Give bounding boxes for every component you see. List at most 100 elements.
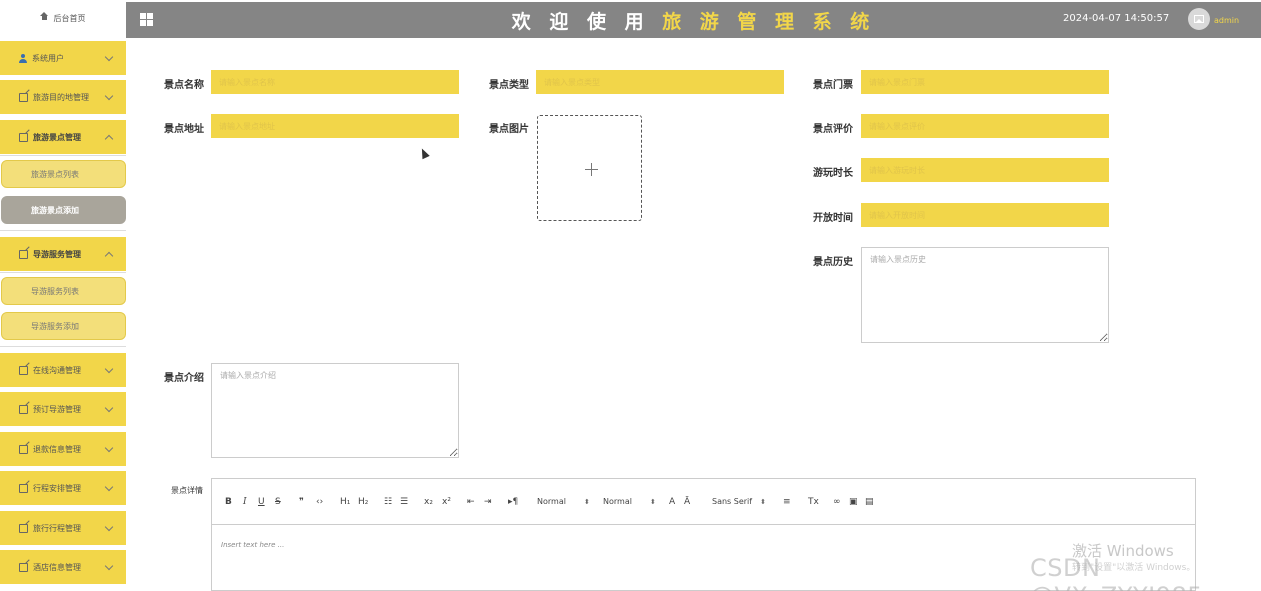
edit-icon <box>19 523 28 533</box>
menu-label: 旅游目的地管理 <box>33 92 89 102</box>
menu-refund[interactable]: 退款信息管理 <box>0 432 126 466</box>
subscript-button[interactable]: x₂ <box>424 496 433 508</box>
image-upload[interactable] <box>537 115 642 221</box>
menu-label: 系统用户 <box>32 53 64 63</box>
chevron-down-icon <box>104 91 114 101</box>
label-image: 景点图片 <box>489 124 529 135</box>
duration-input[interactable] <box>861 158 1109 182</box>
text-direction-button[interactable]: ▸¶ <box>508 496 518 508</box>
divider <box>0 155 126 156</box>
home-link[interactable]: 后台首页 <box>0 0 126 37</box>
username[interactable]: admin <box>1214 16 1239 25</box>
label-opening: 开放时间 <box>813 213 853 224</box>
intro-textarea[interactable] <box>211 363 459 458</box>
image-button[interactable]: ▣ <box>849 496 858 508</box>
label-ticket: 景点门票 <box>813 80 853 91</box>
label-detail: 景点详情 <box>171 486 203 495</box>
menu-hotel[interactable]: 酒店信息管理 <box>0 550 126 584</box>
history-textarea[interactable] <box>861 247 1109 343</box>
type-input[interactable] <box>536 70 784 94</box>
chevron-up-icon <box>104 134 114 144</box>
dropdown-icon: ⬍ <box>649 498 656 506</box>
edit-icon <box>19 444 28 454</box>
bullet-list-button[interactable]: ☰ <box>400 496 408 508</box>
divider <box>0 272 126 273</box>
underline-button[interactable]: U <box>258 496 265 508</box>
chevron-up-icon <box>104 251 114 261</box>
video-button[interactable]: ▤ <box>865 496 874 508</box>
menu-itinerary[interactable]: 旅行行程管理 <box>0 511 126 545</box>
divider <box>0 346 126 347</box>
csdn-watermark: CSDN @VX_ZYYJ985 <box>1030 554 1203 591</box>
sidebar: 后台首页 系统用户 旅游目的地管理 旅游景点管理 旅游景点列表 旅游景点添加 导… <box>0 0 126 591</box>
menu-label: 旅游景点管理 <box>33 132 81 142</box>
editor-toolbar: B I U S ❞ ‹› H₁ H₂ ☷ ☰ x₂ x² ⇤ ⇥ ▸¶ Norm… <box>212 479 1195 525</box>
ordered-list-button[interactable]: ☷ <box>384 496 392 508</box>
label-intro: 景点介绍 <box>164 373 204 384</box>
submenu-spot-add[interactable]: 旅游景点添加 <box>1 196 126 224</box>
indent-button[interactable]: ⇥ <box>484 496 492 508</box>
editor-content[interactable]: Insert text here ... <box>221 541 284 549</box>
background-color-button[interactable]: Ā <box>684 496 690 508</box>
h2-button[interactable]: H₂ <box>358 496 368 508</box>
edit-icon <box>19 365 28 375</box>
header-picker[interactable]: Normal ⬍ <box>603 496 656 508</box>
chevron-down-icon <box>104 52 114 62</box>
menu-label: 行程安排管理 <box>33 483 81 493</box>
opening-input[interactable] <box>861 203 1109 227</box>
submenu-spot-list[interactable]: 旅游景点列表 <box>1 160 126 188</box>
blockquote-button[interactable]: ❞ <box>299 496 304 508</box>
bold-button[interactable]: B <box>225 496 232 508</box>
menu-system-users[interactable]: 系统用户 <box>0 41 126 75</box>
font-label: Sans Serif <box>712 497 753 506</box>
submenu-guide-add[interactable]: 导游服务添加 <box>1 312 126 340</box>
label-name: 景点名称 <box>164 80 204 91</box>
submenu-guide-list[interactable]: 导游服务列表 <box>1 277 126 305</box>
user-icon <box>19 53 27 63</box>
dropdown-icon: ⬍ <box>583 498 590 506</box>
outdent-button[interactable]: ⇤ <box>467 496 475 508</box>
edit-icon <box>19 483 28 493</box>
menu-label: 在线沟通管理 <box>33 365 81 375</box>
top-header: 欢 迎 使 用 旅 游 管 理 系 统 2024-04-07 14:50:57 … <box>126 2 1261 38</box>
menu-schedule[interactable]: 行程安排管理 <box>0 471 126 505</box>
align-button[interactable]: ≡ <box>783 496 791 508</box>
chevron-down-icon <box>104 482 114 492</box>
rating-input[interactable] <box>861 114 1109 138</box>
dropdown-icon: ⬍ <box>760 498 766 506</box>
datetime: 2024-04-07 14:50:57 <box>1063 13 1170 24</box>
home-label: 后台首页 <box>53 14 86 23</box>
label-type: 景点类型 <box>489 80 529 91</box>
menu-destination[interactable]: 旅游目的地管理 <box>0 80 126 114</box>
submenu-label: 旅游景点添加 <box>31 205 79 215</box>
strike-button[interactable]: S <box>275 496 281 508</box>
chevron-down-icon <box>104 561 114 571</box>
size-label: Normal <box>537 497 566 506</box>
code-block-button[interactable]: ‹› <box>316 496 323 508</box>
menu-label: 旅行行程管理 <box>33 523 81 533</box>
italic-button[interactable]: I <box>243 496 247 508</box>
text-color-button[interactable]: A <box>669 496 675 508</box>
mouse-cursor-icon <box>418 146 430 160</box>
h1-button[interactable]: H₁ <box>340 496 350 508</box>
font-picker[interactable]: Sans Serif ⬍ <box>712 496 766 508</box>
superscript-button[interactable]: x² <box>442 496 451 508</box>
address-input[interactable] <box>211 114 459 138</box>
edit-icon <box>19 404 28 414</box>
clean-format-button[interactable]: Tx <box>808 496 819 508</box>
edit-icon <box>19 92 28 102</box>
menu-scenic-spots[interactable]: 旅游景点管理 <box>0 120 126 154</box>
chevron-down-icon <box>104 403 114 413</box>
edit-icon <box>19 562 28 572</box>
avatar[interactable] <box>1188 8 1210 30</box>
submenu-label: 旅游景点列表 <box>31 169 79 179</box>
ticket-input[interactable] <box>861 70 1109 94</box>
menu-guide-booking[interactable]: 预订导游管理 <box>0 392 126 426</box>
link-button[interactable]: ∞ <box>833 496 841 508</box>
chevron-down-icon <box>104 443 114 453</box>
menu-guide-service[interactable]: 导游服务管理 <box>0 237 126 271</box>
name-input[interactable] <box>211 70 459 94</box>
menu-online-chat[interactable]: 在线沟通管理 <box>0 353 126 387</box>
title-highlight: 旅 游 管 理 系 统 <box>662 11 876 33</box>
size-picker[interactable]: Normal ⬍ <box>537 496 590 508</box>
